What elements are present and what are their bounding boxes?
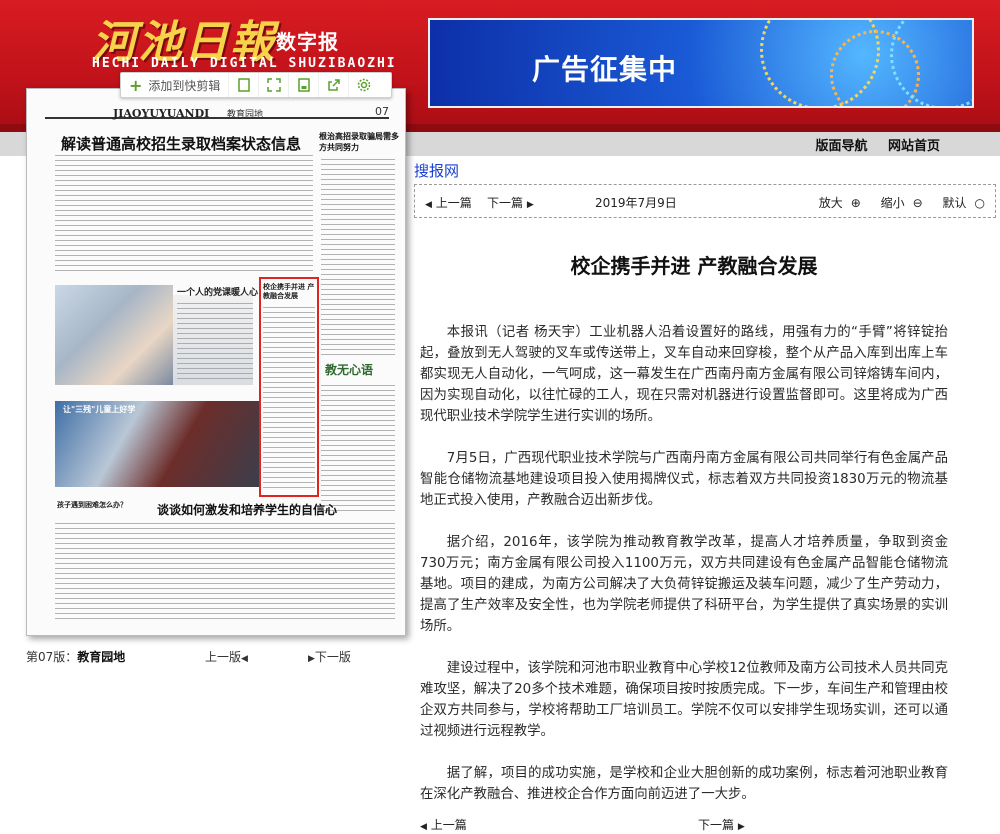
arrow-left-icon: ◀ xyxy=(420,822,427,832)
zoom-default-label: 默认 xyxy=(942,196,967,210)
zoom-out-button[interactable]: 缩小 ⊖ xyxy=(873,196,923,210)
share-icon[interactable] xyxy=(318,73,348,97)
photo-caption: 让"三残"儿童上好学 xyxy=(63,405,136,414)
logo-english: HECHI DAILY DIGITAL SHUZIBAOZHI xyxy=(92,56,397,71)
text-block xyxy=(321,159,395,355)
prev-page-label: 上一版 xyxy=(205,650,242,664)
arrow-right-icon: ▶ xyxy=(737,822,745,832)
page-label: 第07版：教育园地 xyxy=(26,648,125,665)
circle-icon: ○ xyxy=(974,196,985,210)
prev-page-link[interactable]: 上一版◀ xyxy=(205,648,248,665)
article-title: 校企携手并进 产教融合发展 xyxy=(570,254,818,278)
paper-headline[interactable]: 解读普通高校招生录取档案状态信息 xyxy=(61,133,301,154)
bottom-prev-label: 上一篇 xyxy=(430,818,467,832)
newspaper-page-thumbnail[interactable]: JIAOYUYUANDI 教育园地 07 解读普通高校招生录取档案状态信息 根治… xyxy=(26,88,406,636)
article-paragraph: 7月5日，广西现代职业技术学院与广西南丹南方金属有限公司共同举行有色金属产品智能… xyxy=(420,451,948,508)
article-paragraph: 据介绍，2016年，该学院为推动教育教学改革，提高人才培养质量，争取到资金730… xyxy=(420,535,948,634)
prev-article-label: 上一篇 xyxy=(435,196,472,210)
article-paragraph: 建设过程中，该学院和河池市职业教育中心学校12位教师及南方公司技术人员共同克难攻… xyxy=(420,661,948,739)
save-icon[interactable] xyxy=(288,73,318,97)
paper-section-name: 教育园地 xyxy=(227,110,264,120)
article-paragraph: 本报讯（记者 杨天宇）工业机器人沿着设置好的路线，用强有力的“手臂”将锌锭抬起，… xyxy=(420,325,948,424)
arrow-right-icon: ▶ xyxy=(526,200,534,210)
article-nav-bar: ◀ 上一篇 下一篇 ▶ 2019年7月9日 放大 ⊕ 缩小 ⊖ 默认 ○ xyxy=(414,184,996,218)
text-block xyxy=(263,307,315,491)
photo-caption: 一个人的党课暖人心 xyxy=(177,288,259,298)
arrow-right-icon: ▶ xyxy=(308,654,315,664)
zoom-in-label: 放大 xyxy=(818,196,843,210)
article-paragraph: 据了解，项目的成功实施，是学校和企业大胆创新的成功案例，标志着河池职业教育在深化… xyxy=(420,766,948,802)
highlighted-article-title: 校企携手并进 产教融合发展 xyxy=(263,283,315,300)
settings-icon[interactable] xyxy=(348,73,378,97)
article-body: 本报讯（记者 杨天宇）工业机器人沿着设置好的路线，用强有力的“手臂”将锌锭抬起，… xyxy=(420,322,948,826)
paper-side-headline-2[interactable]: 孩子遇到困难怎么办？ xyxy=(57,501,129,510)
paper-side-headline[interactable]: 根治高招录取骗局需多方共同努力 xyxy=(319,131,399,153)
zoom-default-button[interactable]: 默认 ○ xyxy=(935,196,986,210)
prev-article-link[interactable]: ◀ 上一篇 xyxy=(425,194,472,211)
zoom-controls: 放大 ⊕ 缩小 ⊖ 默认 ○ xyxy=(803,194,985,211)
arrow-left-icon: ◀ xyxy=(241,654,248,664)
zoom-out-label: 缩小 xyxy=(880,196,905,210)
issue-date: 2019年7月9日 xyxy=(595,196,677,210)
ad-banner[interactable]: 广告征集中 xyxy=(428,18,974,108)
plus-circle-icon: ⊕ xyxy=(850,196,861,210)
page-label-name: 教育园地 xyxy=(77,650,126,664)
column-calligraphy: 教无心语 xyxy=(325,363,374,377)
text-block xyxy=(321,385,395,515)
logo-subtitle: 数字报 xyxy=(276,30,339,54)
site-logo[interactable]: 河池日報 数字报 HECHI DAILY DIGITAL SHUZIBAOZHI xyxy=(92,6,412,78)
bottom-next-article-link[interactable]: 下一篇 ▶ xyxy=(698,816,745,833)
paper-section-pinyin: JIAOYUYUANDI xyxy=(113,107,210,120)
home-link[interactable]: 网站首页 xyxy=(888,139,940,154)
page-label-prefix: 第07版： xyxy=(26,650,78,664)
layout-nav-link[interactable]: 版面导航 xyxy=(815,139,867,154)
search-site-link[interactable]: 搜报网 xyxy=(414,160,459,181)
zoom-in-button[interactable]: 放大 ⊕ xyxy=(811,196,861,210)
next-page-link[interactable]: ▶下一版 xyxy=(308,648,351,665)
paper-headline-2[interactable]: 谈谈如何激发和培养学生的自信心 xyxy=(157,501,337,518)
ad-text: 广告征集中 xyxy=(532,53,678,86)
bottom-next-label: 下一篇 xyxy=(698,818,735,832)
paper-header-rule xyxy=(45,101,389,119)
arrow-left-icon: ◀ xyxy=(425,200,432,210)
expand-icon[interactable] xyxy=(258,73,288,97)
text-block xyxy=(55,155,313,275)
next-article-label: 下一篇 xyxy=(487,196,524,210)
top-nav: 版面导航 网站首页 xyxy=(799,135,940,154)
bottom-prev-article-link[interactable]: ◀ 上一篇 xyxy=(420,816,467,833)
text-block xyxy=(55,523,395,619)
page-icon[interactable] xyxy=(228,73,258,97)
next-page-label: 下一版 xyxy=(314,650,351,664)
news-photo[interactable] xyxy=(55,285,173,385)
add-to-clip-label: 添加到快剪辑 xyxy=(148,78,221,93)
add-to-clip-button[interactable]: + 添加到快剪辑 xyxy=(121,73,228,97)
paper-page-number: 07 xyxy=(375,105,389,118)
clip-toolbar: + 添加到快剪辑 xyxy=(120,72,392,98)
plus-icon: + xyxy=(129,75,143,95)
next-article-link[interactable]: 下一篇 ▶ xyxy=(487,194,534,211)
minus-circle-icon: ⊖ xyxy=(912,196,923,210)
text-block xyxy=(177,303,253,383)
